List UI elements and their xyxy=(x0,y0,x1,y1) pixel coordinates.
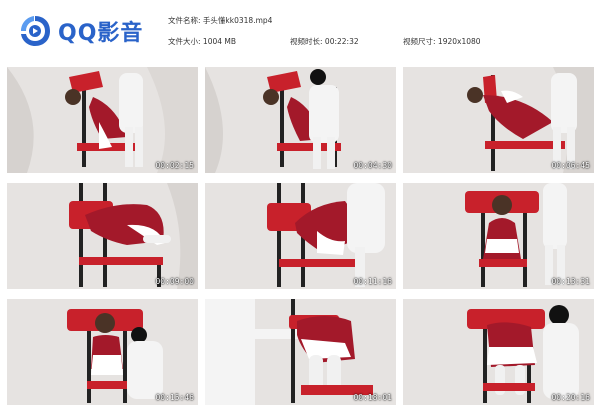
resolution-label: 视频尺寸: xyxy=(403,37,436,46)
thumbnail-5[interactable]: 00:11:16 xyxy=(205,183,396,289)
thumbnail-1[interactable]: 00:02:15 xyxy=(7,67,198,173)
thumbnail-9[interactable]: 00:20:16 xyxy=(403,299,594,405)
thumbnail-4[interactable]: 00:09:00 xyxy=(7,183,198,289)
thumbnail-6[interactable]: 00:13:31 xyxy=(403,183,594,289)
filesize-label: 文件大小: xyxy=(168,37,201,46)
app-name: QQ影音 xyxy=(58,21,144,46)
thumbnail-timestamp: 00:04:30 xyxy=(353,161,392,170)
thumbnail-timestamp: 00:11:16 xyxy=(353,277,392,286)
filename-label: 文件名称: xyxy=(168,16,201,25)
duration-label: 视频时长: xyxy=(290,37,323,46)
thumbnail-timestamp: 00:06:45 xyxy=(551,161,590,170)
filesize-value: 1004 MB xyxy=(202,37,237,46)
thumbnail-timestamp: 00:02:15 xyxy=(155,161,194,170)
thumbnail-grid: 00:02:15 00:04:30 00:06:45 00:09:00 00:1… xyxy=(7,67,594,405)
thumbnail-7[interactable]: 00:15:46 xyxy=(7,299,198,405)
thumbnail-timestamp: 00:09:00 xyxy=(155,277,194,286)
filesize-row: 文件大小: 1004 MB xyxy=(168,36,236,47)
app-logo: QQ影音 xyxy=(18,14,143,48)
qq-player-logo-icon xyxy=(18,14,52,48)
resolution-value: 1920x1080 xyxy=(437,37,481,46)
thumbnail-timestamp: 00:15:46 xyxy=(155,393,194,402)
thumbnail-timestamp: 00:20:16 xyxy=(551,393,590,402)
duration-row: 视频时长: 00:22:32 xyxy=(290,36,359,47)
duration-value: 00:22:32 xyxy=(324,37,359,46)
thumbnail-8[interactable]: 00:18:01 xyxy=(205,299,396,405)
thumbnail-2[interactable]: 00:04:30 xyxy=(205,67,396,173)
filename-row: 文件名称: 手头懂kk0318.mp4 xyxy=(168,15,272,26)
thumbnail-timestamp: 00:13:31 xyxy=(551,277,590,286)
thumbnail-timestamp: 00:18:01 xyxy=(353,393,392,402)
filename-value: 手头懂kk0318.mp4 xyxy=(202,16,273,25)
thumbnail-3[interactable]: 00:06:45 xyxy=(403,67,594,173)
resolution-row: 视频尺寸: 1920x1080 xyxy=(403,36,481,47)
